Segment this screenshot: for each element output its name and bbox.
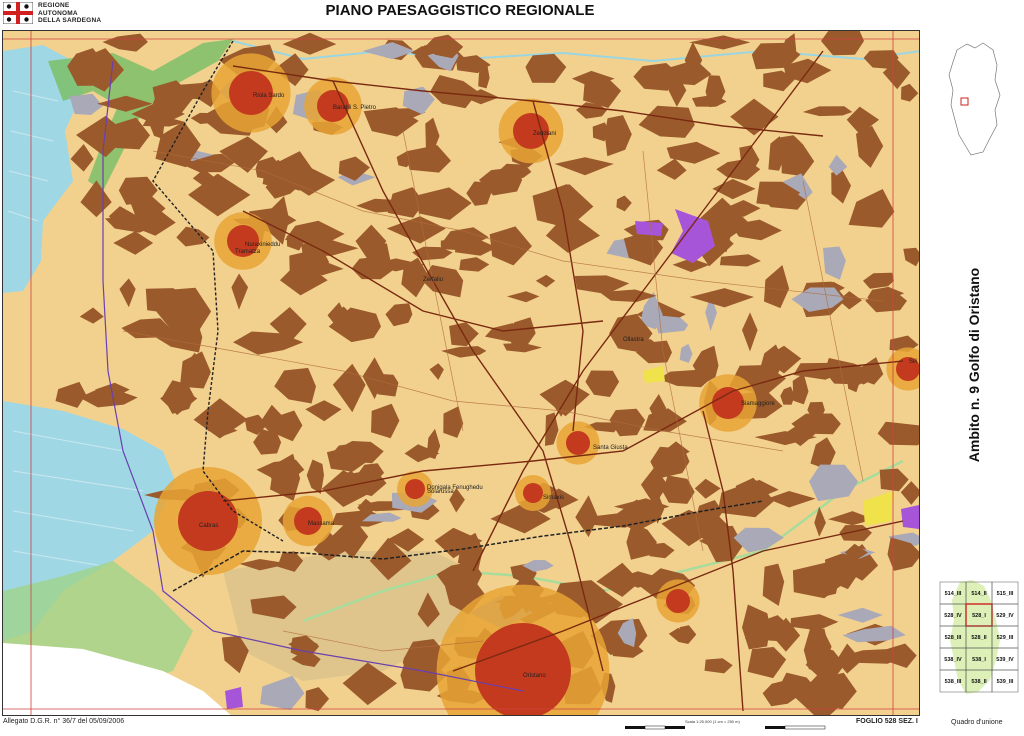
town-label: Donigala Fenughedu [427,485,483,491]
scale-text: Scala 1:25.000 (1 cm = 250 m) [685,719,740,724]
grid-cell-label: 538_II [971,679,987,685]
page-title: PIANO PAESAGGISTICO REGIONALE [325,2,595,19]
organization-name: REGIONE AUTONOMA DELLA SARDEGNA [38,2,101,25]
urban-center [405,479,425,499]
urban-center [475,623,571,715]
grid-cell-label: 538_IV [944,657,962,663]
map-panel[interactable]: Santa Giusta Simaxis Solarussa Siamaggiore S… [2,30,920,716]
town-label: Zerfaliu [423,277,443,283]
urban-center [712,387,744,419]
index-caption: Quadro d'unione [951,719,1003,726]
protected-zone-2 [635,221,663,236]
ambito-title: Ambito n. 9 Golfo di Oristano [966,267,982,463]
town-label: Baratili S. Pietro [333,105,377,111]
urban-center [523,483,543,503]
grid-cell-label: 528_I [972,613,986,619]
sardinia-locator-map [948,42,1001,156]
org-line-1: REGIONE [38,2,70,9]
grid-cell-label: 528_III [945,635,962,641]
urban-center [666,589,690,613]
grid-cell-label: 528_II [971,635,987,641]
protected-zone-3 [901,505,919,529]
town-label: Oristano [523,673,546,679]
org-line-2: AUTONOMA [38,9,78,17]
grid-cell-label: 514_III [945,591,962,597]
town-label: Tramatza [235,249,261,255]
grid-cell-label: 528_IV [944,613,962,619]
town-label: Nuraxinieddu [245,242,280,248]
grid-cell-label: 538_III [945,679,962,685]
grid-cell-label: 514_II [971,591,987,597]
scale-bar: Scala 1:25.000 (1 cm = 250 m) [625,718,845,730]
land-use-map[interactable]: Santa GiustaSimaxisSolarussaSiamaggioreS… [3,31,920,716]
grid-cell-label: 515_III [997,591,1014,597]
grid-cell-label: 538_I [972,657,986,663]
town-label: Silì [909,359,918,365]
scale-bar-graphic [625,725,826,730]
grid-cell-label: 539_III [997,679,1014,685]
town-label: Santa Giusta [593,445,628,451]
urban-center [566,431,590,455]
grid-cell-label: 539_IV [996,657,1014,663]
town-label: Massama [308,521,335,527]
town-label: Simaxis [543,495,564,501]
grid-cell-label: 529_IV [996,613,1014,619]
sheet-index-grid: 514_III 514_II 515_III 528_IV 528_I 529_IV 528… [939,580,1019,694]
sardinia-flag-logo [3,2,33,24]
allegato-note: Allegato D.G.R. n° 36/7 del 05/09/2006 [3,718,125,725]
town-label: Zeddiani [533,131,556,137]
org-line-3: DELLA SARDEGNA [38,17,102,24]
town-label: Ollastra [623,337,644,343]
sheet-number: FOGLIO 528 SEZ. I [856,718,918,725]
town-label: Riola Sardo [253,93,285,99]
town-label: Siamaggiore [741,401,775,407]
town-label: Cabras [199,523,218,529]
grid-cell-label: 529_III [997,635,1014,641]
